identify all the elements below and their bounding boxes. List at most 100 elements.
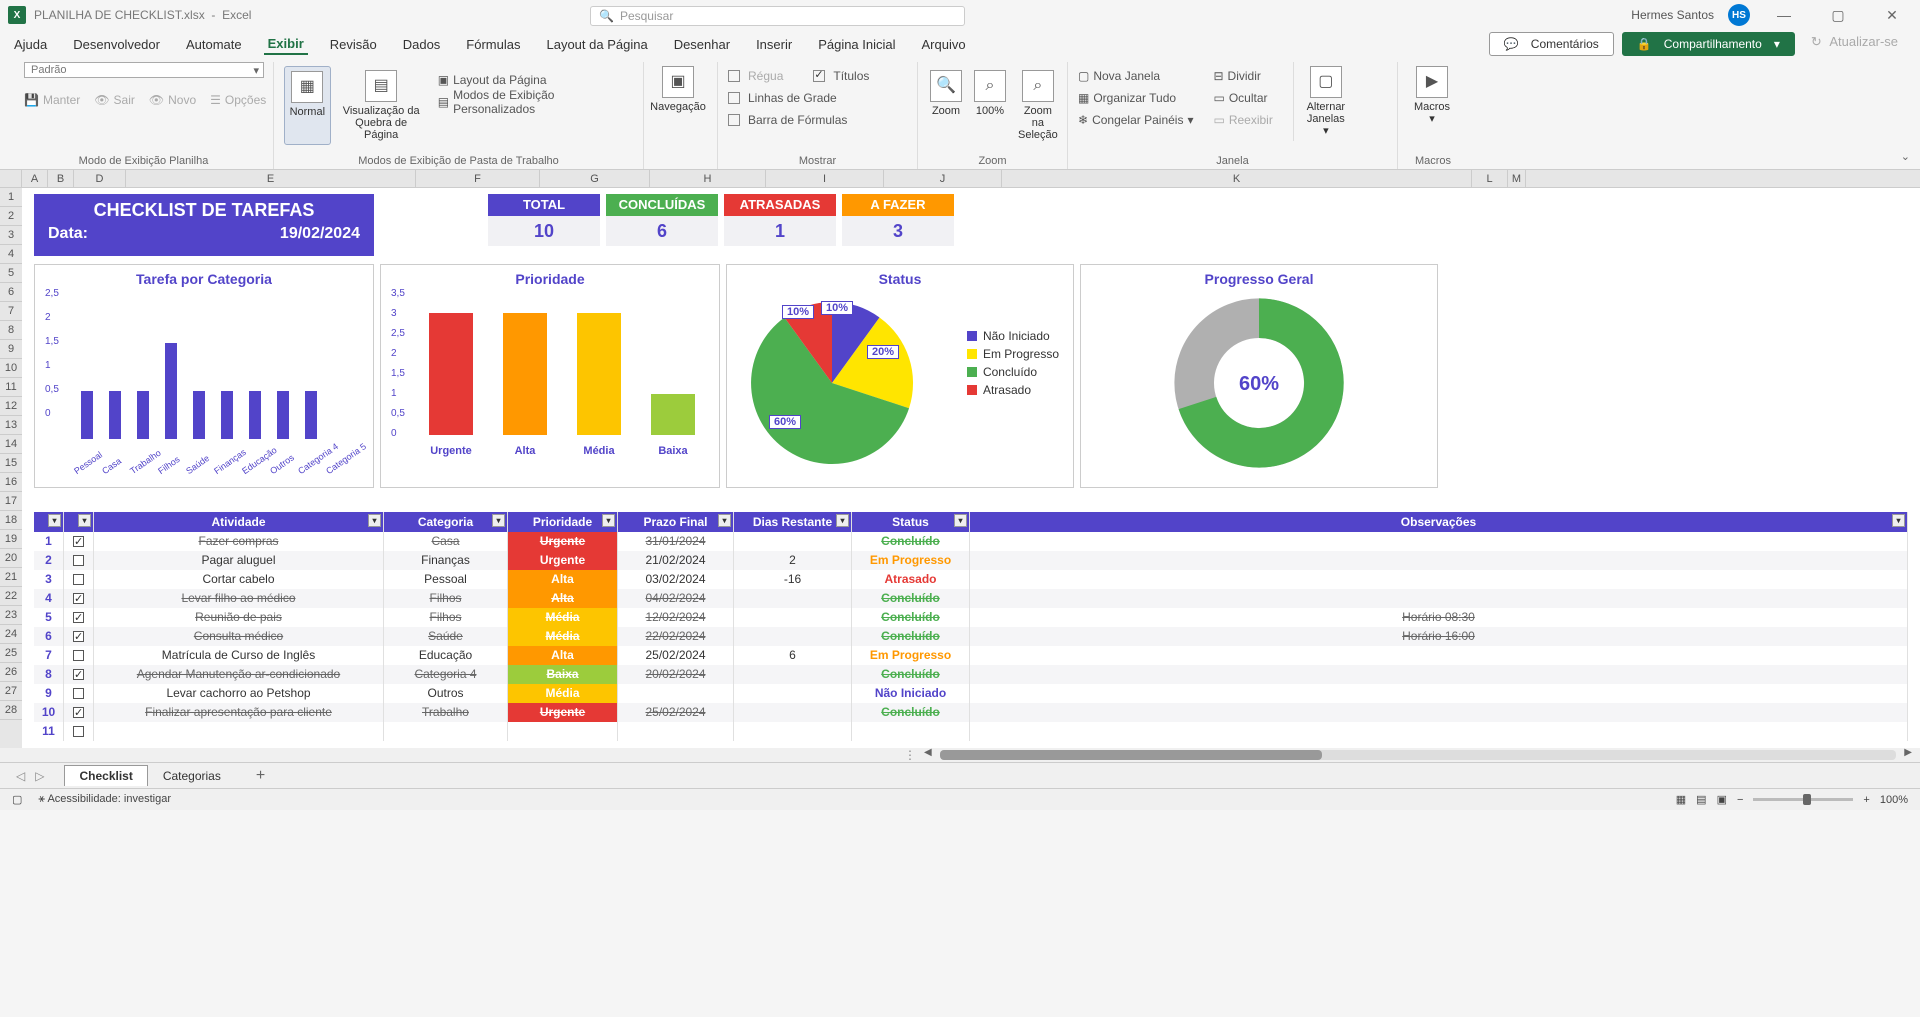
- filter-icon[interactable]: ▾: [602, 514, 615, 527]
- macros-button[interactable]: ▶Macros ▾: [1408, 62, 1456, 129]
- zoom-selection-button[interactable]: ⌕Zoom na Seleção: [1016, 66, 1060, 145]
- task-checkbox[interactable]: [73, 536, 84, 547]
- tab-prev-icon[interactable]: ◁: [16, 769, 25, 783]
- task-checkbox[interactable]: [73, 631, 84, 642]
- column-headers[interactable]: ABDEFGHIJKLM: [22, 170, 1920, 188]
- task-checkbox[interactable]: [73, 650, 84, 661]
- chart-categoria[interactable]: Tarefa por Categoria 2,521,510,50 Pessoa…: [34, 264, 374, 488]
- search-input[interactable]: 🔍 Pesquisar: [590, 6, 965, 26]
- zoom-out-button[interactable]: −: [1737, 794, 1743, 806]
- avatar[interactable]: HS: [1728, 4, 1750, 26]
- close-button[interactable]: ✕: [1872, 7, 1912, 24]
- split-button[interactable]: ⊟Dividir: [1213, 66, 1272, 86]
- task-checkbox[interactable]: [73, 669, 84, 680]
- comments-button[interactable]: 💬Comentários: [1489, 32, 1614, 56]
- refresh-button[interactable]: ↻ Atualizar-se: [1803, 32, 1910, 56]
- tab-options-icon[interactable]: ⋮: [904, 748, 916, 762]
- hscroll-track[interactable]: ◀ ▶ ⋮: [0, 748, 1920, 762]
- task-checkbox[interactable]: [73, 574, 84, 585]
- formulabar-checkbox[interactable]: Barra de Fórmulas: [728, 110, 907, 130]
- keep-button[interactable]: 💾Manter: [24, 90, 80, 110]
- table-row[interactable]: 7Matrícula de Curso de InglêsEducaçãoAlt…: [34, 646, 1908, 665]
- view-pagebreak-icon[interactable]: ▣: [1717, 793, 1727, 806]
- filter-icon[interactable]: ▾: [718, 514, 731, 527]
- ruler-checkbox[interactable]: Régua: [728, 66, 783, 86]
- table-row[interactable]: 8Agendar Manutenção ar-condicionadoCateg…: [34, 665, 1908, 684]
- task-checkbox[interactable]: [73, 688, 84, 699]
- filter-icon[interactable]: ▾: [1892, 514, 1905, 527]
- menu-automate[interactable]: Automate: [182, 35, 246, 54]
- task-checkbox[interactable]: [73, 593, 84, 604]
- menu-desenvolvedor[interactable]: Desenvolvedor: [69, 35, 164, 54]
- zoom-in-button[interactable]: +: [1863, 794, 1869, 806]
- table-row[interactable]: 5Reunião de paisFilhosMédia12/02/2024Con…: [34, 608, 1908, 627]
- new-window-button[interactable]: ▢Nova Janela: [1078, 66, 1193, 86]
- navigation-button[interactable]: ▣Navegação: [654, 62, 702, 117]
- table-row[interactable]: 11: [34, 722, 1908, 741]
- gridlines-checkbox[interactable]: Linhas de Grade: [728, 88, 907, 108]
- normal-view-button[interactable]: ▦Normal: [284, 66, 331, 145]
- new-button[interactable]: 👁Novo: [149, 90, 196, 110]
- sheet-tab-checklist[interactable]: Checklist: [64, 765, 147, 786]
- task-checkbox[interactable]: [73, 726, 84, 737]
- menu-desenhar[interactable]: Desenhar: [670, 35, 734, 54]
- chart-progresso[interactable]: Progresso Geral 60%: [1080, 264, 1438, 488]
- options-button[interactable]: ☰Opções: [210, 90, 266, 110]
- select-all-corner[interactable]: [0, 170, 22, 188]
- switch-windows-button[interactable]: ▢Alternar Janelas ▾: [1302, 62, 1350, 141]
- table-row[interactable]: 1Fazer comprasCasaUrgente31/01/2024Concl…: [34, 532, 1908, 551]
- menu-página inicial[interactable]: Página Inicial: [814, 35, 899, 54]
- menu-dados[interactable]: Dados: [399, 35, 445, 54]
- menu-exibir[interactable]: Exibir: [264, 34, 308, 55]
- add-sheet-button[interactable]: +: [256, 767, 265, 785]
- filter-icon[interactable]: ▾: [836, 514, 849, 527]
- menu-arquivo[interactable]: Arquivo: [918, 35, 970, 54]
- hscroll-thumb[interactable]: [940, 750, 1322, 760]
- task-checkbox[interactable]: [73, 555, 84, 566]
- sheet-view-dropdown[interactable]: Padrão: [24, 62, 264, 78]
- menu-fórmulas[interactable]: Fórmulas: [462, 35, 524, 54]
- freeze-panes-button[interactable]: ❄Congelar Painéis ▾: [1078, 110, 1193, 130]
- zoom-slider[interactable]: [1753, 798, 1853, 801]
- table-row[interactable]: 2Pagar aluguelFinançasUrgente21/02/20242…: [34, 551, 1908, 570]
- minimize-button[interactable]: —: [1764, 7, 1804, 23]
- menu-ajuda[interactable]: Ajuda: [10, 35, 51, 54]
- scroll-right-icon[interactable]: ▶: [1904, 747, 1912, 758]
- zoom-100-button[interactable]: ⌕100%: [972, 66, 1008, 145]
- task-checkbox[interactable]: [73, 612, 84, 623]
- chart-prioridade[interactable]: Prioridade 3,532,521,510,50 UrgenteAltaM…: [380, 264, 720, 488]
- headings-checkbox[interactable]: Títulos: [813, 66, 869, 86]
- filter-icon[interactable]: ▾: [954, 514, 967, 527]
- page-layout-button[interactable]: ▣Layout da Página: [438, 70, 633, 90]
- sheet-tab-categorias[interactable]: Categorias: [148, 765, 236, 787]
- tab-next-icon[interactable]: ▷: [35, 769, 44, 783]
- view-normal-icon[interactable]: ▦: [1676, 793, 1686, 806]
- record-macro-icon[interactable]: ▢: [12, 793, 22, 806]
- user-name[interactable]: Hermes Santos: [1631, 8, 1714, 22]
- row-headers[interactable]: 1234567891011121314151617181920212223242…: [0, 188, 22, 748]
- unhide-button[interactable]: ▭Reexibir: [1213, 110, 1272, 130]
- filter-icon[interactable]: ▾: [368, 514, 381, 527]
- menu-inserir[interactable]: Inserir: [752, 35, 796, 54]
- share-button[interactable]: 🔒Compartilhamento▾: [1622, 32, 1795, 56]
- filter-icon[interactable]: ▾: [48, 514, 61, 527]
- filter-icon[interactable]: ▾: [492, 514, 505, 527]
- hide-button[interactable]: ▭Ocultar: [1213, 88, 1272, 108]
- filter-icon[interactable]: ▾: [78, 514, 91, 527]
- pagebreak-view-button[interactable]: ▤Visualização da Quebra de Página: [339, 66, 424, 145]
- maximize-button[interactable]: ▢: [1818, 7, 1858, 24]
- exit-button[interactable]: 👁Sair: [94, 90, 135, 110]
- worksheet[interactable]: CHECKLIST DE TAREFAS Data:19/02/2024 TOT…: [22, 188, 1920, 748]
- menu-revisão[interactable]: Revisão: [326, 35, 381, 54]
- collapse-ribbon-button[interactable]: ⌄: [1901, 150, 1910, 163]
- table-row[interactable]: 9Levar cachorro ao PetshopOutrosMédiaNão…: [34, 684, 1908, 703]
- arrange-all-button[interactable]: ▦Organizar Tudo: [1078, 88, 1193, 108]
- view-pagelayout-icon[interactable]: ▤: [1696, 793, 1706, 806]
- table-row[interactable]: 10Finalizar apresentação para clienteTra…: [34, 703, 1908, 722]
- menu-layout da página[interactable]: Layout da Página: [542, 35, 651, 54]
- accessibility-status[interactable]: ⚹ Acessibilidade: investigar: [38, 793, 171, 806]
- task-checkbox[interactable]: [73, 707, 84, 718]
- custom-views-button[interactable]: ▤Modos de Exibição Personalizados: [438, 92, 633, 112]
- scroll-left-icon[interactable]: ◀: [924, 747, 932, 758]
- table-row[interactable]: 6Consulta médicoSaúdeMédia22/02/2024Conc…: [34, 627, 1908, 646]
